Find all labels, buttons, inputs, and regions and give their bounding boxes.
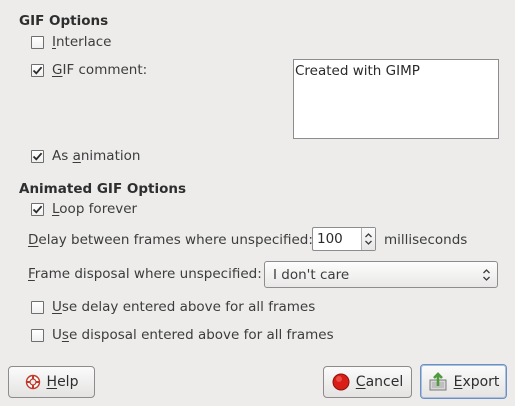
animated-gif-options-title: Animated GIF Options <box>19 181 187 197</box>
use-delay-all-checkbox[interactable]: Use delay entered above for all frames <box>31 299 315 315</box>
delay-spinbutton[interactable]: 100 <box>312 227 376 251</box>
combo-up-down-icon <box>483 268 490 281</box>
delay-unit: milliseconds <box>384 232 468 248</box>
use-delay-all-checkbox-box[interactable] <box>31 300 44 314</box>
spin-up-down-icon[interactable] <box>364 232 373 246</box>
help-label: Help <box>46 374 79 390</box>
frame-disposal-combo[interactable]: I don't care <box>264 261 498 288</box>
help-button[interactable]: Help <box>8 366 95 398</box>
delay-label: Delay between frames where unspecified: <box>28 232 313 248</box>
cancel-red-circle-icon <box>332 373 350 391</box>
checkmark-icon <box>32 66 43 75</box>
export-label: Export <box>453 373 500 390</box>
interlace-label: Interlace <box>52 34 112 50</box>
interlace-checkbox-box[interactable] <box>31 35 44 49</box>
interlace-checkbox[interactable]: Interlace <box>31 34 111 50</box>
checkmark-icon <box>32 205 43 214</box>
export-arrow-icon <box>428 371 448 392</box>
help-lifebuoy-icon <box>25 374 41 390</box>
as-animation-checkbox-box[interactable] <box>31 149 44 163</box>
use-delay-all-label: Use delay entered above for all frames <box>52 299 316 315</box>
gif-comment-textarea[interactable]: Created with GIMP <box>293 59 499 139</box>
use-disposal-all-checkbox[interactable]: Use disposal entered above for all frame… <box>31 327 334 343</box>
gif-options-title: GIF Options <box>19 13 109 29</box>
cancel-button[interactable]: Cancel <box>323 366 412 398</box>
frame-disposal-label: Frame disposal where unspecified: <box>28 266 262 282</box>
frame-disposal-selected: I don't care <box>273 266 350 283</box>
export-button[interactable]: Export <box>420 364 507 399</box>
use-disposal-all-label: Use disposal entered above for all frame… <box>52 327 334 343</box>
cancel-label: Cancel <box>355 374 404 390</box>
gif-comment-checkbox[interactable]: GIF comment: <box>31 62 147 78</box>
use-disposal-all-checkbox-box[interactable] <box>31 328 44 342</box>
gif-comment-label: GIF comment: <box>52 62 148 78</box>
loop-forever-label: Loop forever <box>52 201 138 217</box>
delay-value[interactable]: 100 <box>313 231 361 247</box>
checkmark-icon <box>32 152 43 161</box>
gif-comment-checkbox-box[interactable] <box>31 63 44 77</box>
as-animation-checkbox[interactable]: As animation <box>31 148 140 164</box>
loop-forever-checkbox[interactable]: Loop forever <box>31 201 137 217</box>
as-animation-label: As animation <box>52 148 141 164</box>
loop-forever-checkbox-box[interactable] <box>31 202 44 216</box>
delay-spin-arrows[interactable] <box>361 228 375 250</box>
